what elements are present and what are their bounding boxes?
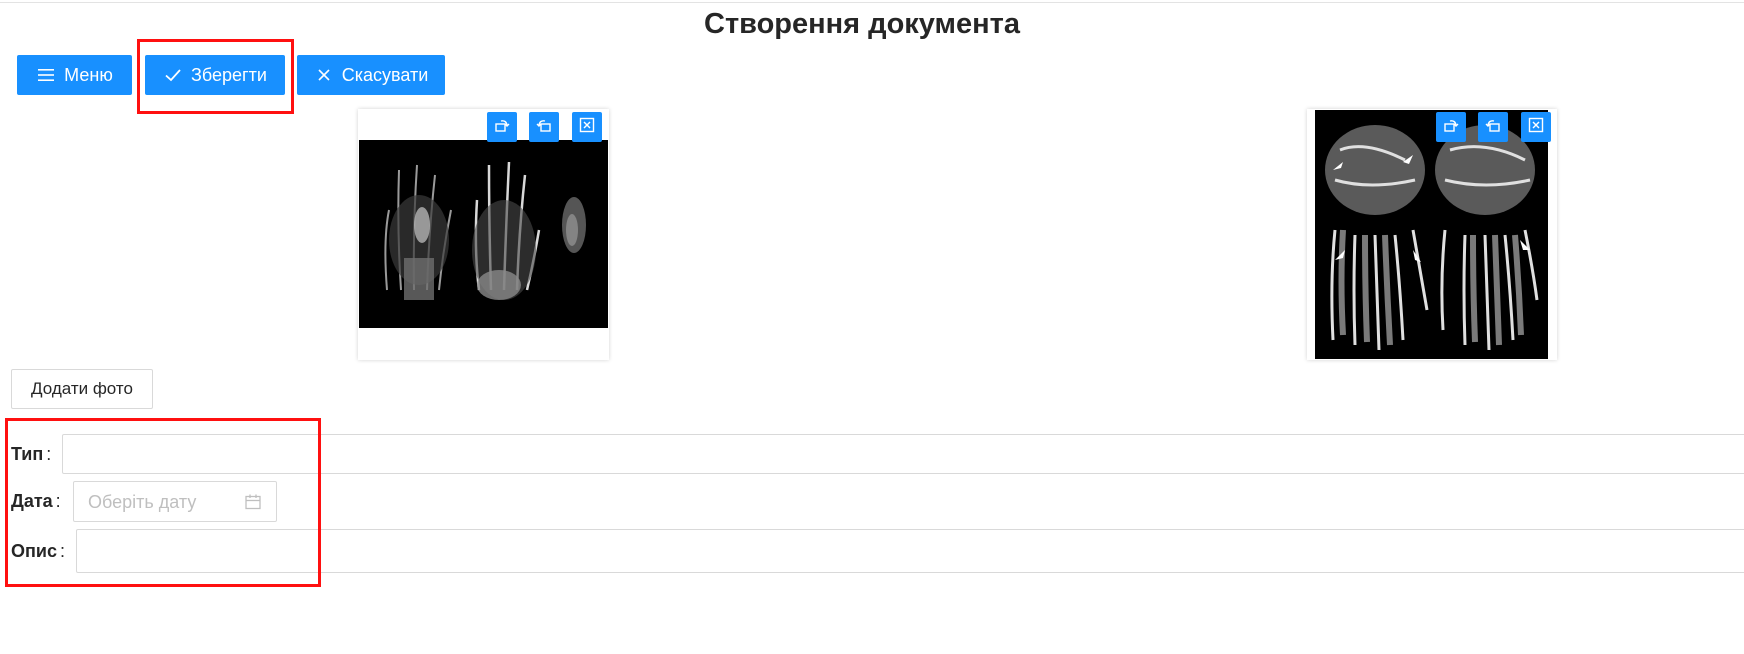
cancel-button[interactable]: Скасувати (297, 55, 445, 95)
description-label: Опис: (11, 541, 65, 562)
remove-icon (578, 116, 596, 139)
rotate-left-icon (1442, 116, 1460, 139)
add-photo-button[interactable]: Додати фото (11, 369, 153, 409)
hand-mri-photo-1 (359, 140, 608, 328)
photo-card-2 (1307, 109, 1557, 360)
menu-button-label: Меню (64, 64, 113, 85)
save-button-label: Зберегти (191, 64, 267, 85)
rotate-right-icon (535, 116, 553, 139)
top-divider (0, 2, 1744, 3)
type-label: Тип: (11, 444, 51, 465)
cancel-button-label: Скасувати (341, 64, 429, 85)
save-button[interactable]: Зберегти (145, 55, 285, 95)
rotate-left-icon (493, 116, 511, 139)
description-label-text: Опис (11, 541, 57, 561)
rotate-right-icon (1484, 116, 1502, 139)
photo-card-1 (358, 109, 609, 360)
description-input[interactable] (76, 529, 1744, 573)
date-label: Дата: (11, 491, 61, 512)
type-input[interactable] (62, 434, 1744, 474)
page-title: Створення документа (704, 8, 1020, 40)
rotate-right-button-1[interactable] (529, 112, 559, 142)
calendar-icon (244, 493, 262, 516)
remove-photo-button-2[interactable] (1521, 112, 1551, 142)
check-icon (163, 65, 183, 85)
type-label-text: Тип (11, 444, 44, 464)
remove-photo-button-1[interactable] (572, 112, 602, 142)
rotate-left-button-1[interactable] (487, 112, 517, 142)
close-icon (314, 65, 334, 85)
date-label-colon: : (55, 491, 61, 511)
menu-button[interactable]: Меню (17, 55, 132, 95)
rotate-right-button-2[interactable] (1478, 112, 1508, 142)
description-label-colon: : (59, 541, 65, 561)
menu-icon (36, 65, 56, 85)
remove-icon (1527, 116, 1545, 139)
date-label-text: Дата (11, 491, 53, 511)
date-picker[interactable]: Оберіть дату (73, 481, 277, 522)
type-label-colon: : (46, 444, 52, 464)
date-placeholder: Оберіть дату (88, 492, 197, 512)
rotate-left-button-2[interactable] (1436, 112, 1466, 142)
hand-mri-photo-2 (1315, 110, 1548, 359)
